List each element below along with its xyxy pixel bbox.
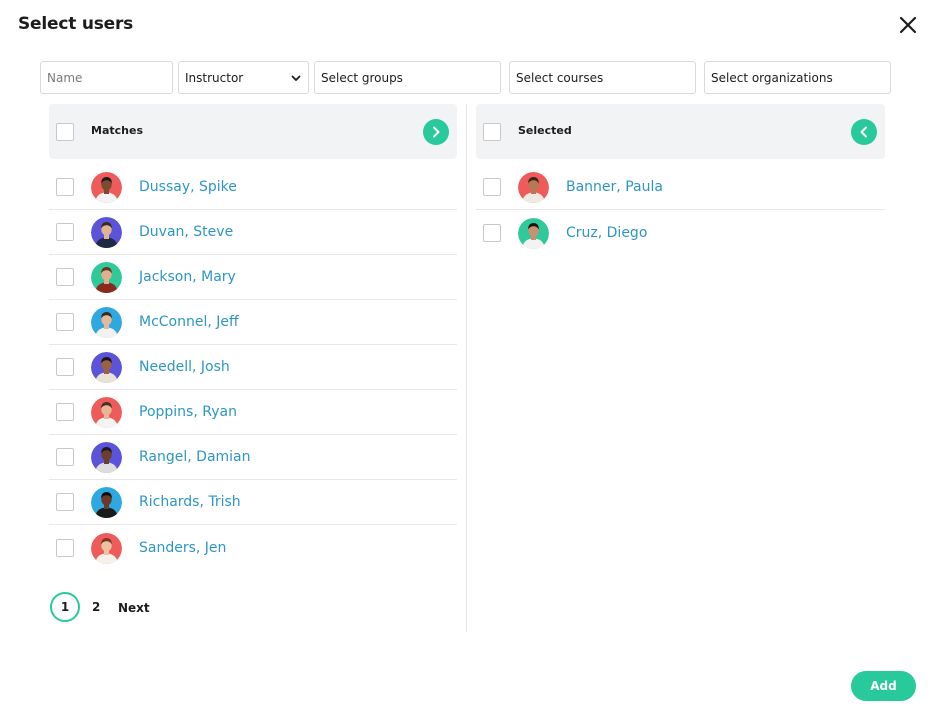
chevron-down-icon [291,75,301,81]
avatar [91,217,122,248]
avatar [518,217,549,249]
close-icon[interactable] [896,13,920,37]
move-to-matches-button[interactable] [851,119,877,145]
user-row[interactable]: Needell, Josh [49,345,457,390]
avatar [91,307,122,338]
page-2-button[interactable]: 2 [92,600,100,614]
avatar [91,262,122,293]
avatar [518,171,549,203]
user-row[interactable]: Sanders, Jen [49,525,457,570]
user-name-link[interactable]: Poppins, Ryan [139,403,237,421]
user-row[interactable]: Poppins, Ryan [49,390,457,435]
user-row[interactable]: Banner, Paula [476,164,885,210]
user-name-link[interactable]: Cruz, Diego [566,224,647,242]
user-checkbox[interactable] [56,493,74,511]
user-row[interactable]: Cruz, Diego [476,210,885,255]
user-checkbox[interactable] [56,358,74,376]
avatar [91,532,122,564]
user-checkbox[interactable] [483,223,501,242]
user-name-link[interactable]: Banner, Paula [566,178,663,196]
avatar [91,171,122,203]
avatar [91,397,122,428]
chevron-left-icon [860,126,867,138]
selected-list: Banner, Paula Cruz, Diego [476,164,885,255]
avatar [91,352,122,383]
user-row[interactable]: Richards, Trish [49,480,457,525]
add-button[interactable]: Add [851,671,916,701]
page-1-button[interactable]: 1 [50,592,80,622]
user-checkbox[interactable] [56,268,74,286]
organizations-filter-input[interactable]: Select organizations [704,61,891,94]
user-checkbox[interactable] [483,177,501,196]
dialog-title: Select users [18,14,134,34]
move-to-selected-button[interactable] [423,119,449,145]
groups-filter-input[interactable]: Select groups [314,61,501,94]
role-select[interactable]: Instructor [178,61,309,94]
user-row[interactable]: McConnel, Jeff [49,300,457,345]
user-checkbox[interactable] [56,538,74,557]
user-checkbox[interactable] [56,403,74,421]
user-name-link[interactable]: Rangel, Damian [139,448,251,466]
avatar [91,487,122,518]
user-checkbox[interactable] [56,448,74,466]
user-name-link[interactable]: Jackson, Mary [139,268,236,286]
role-select-value: Instructor [185,70,244,85]
courses-filter-input[interactable]: Select courses [509,61,696,94]
user-name-link[interactable]: Needell, Josh [139,358,230,376]
user-row[interactable]: Dussay, Spike [49,164,457,210]
user-row[interactable]: Duvan, Steve [49,210,457,255]
user-checkbox[interactable] [56,223,74,241]
user-checkbox[interactable] [56,313,74,331]
user-name-link[interactable]: Dussay, Spike [139,178,237,196]
avatar [91,442,122,473]
panel-divider [466,104,467,632]
selected-header: Selected [476,104,885,159]
next-page-button[interactable]: Next [118,601,150,615]
user-name-link[interactable]: Duvan, Steve [139,223,233,241]
chevron-right-icon [433,126,440,138]
user-row[interactable]: Rangel, Damian [49,435,457,480]
close-button[interactable] [896,13,920,37]
user-name-link[interactable]: Richards, Trish [139,493,241,511]
select-all-selected-checkbox[interactable] [483,123,501,141]
user-checkbox[interactable] [56,177,74,196]
user-name-link[interactable]: Sanders, Jen [139,539,226,557]
user-name-link[interactable]: McConnel, Jeff [139,313,239,331]
matches-list: Dussay, Spike Duvan, Steve Jackson, Mary Mc… [49,164,457,570]
name-filter-input[interactable]: Name [40,61,173,94]
selected-header-label: Selected [518,124,572,137]
user-row[interactable]: Jackson, Mary [49,255,457,300]
select-all-matches-checkbox[interactable] [56,123,74,141]
matches-header: Matches [49,104,457,159]
matches-header-label: Matches [91,124,143,137]
